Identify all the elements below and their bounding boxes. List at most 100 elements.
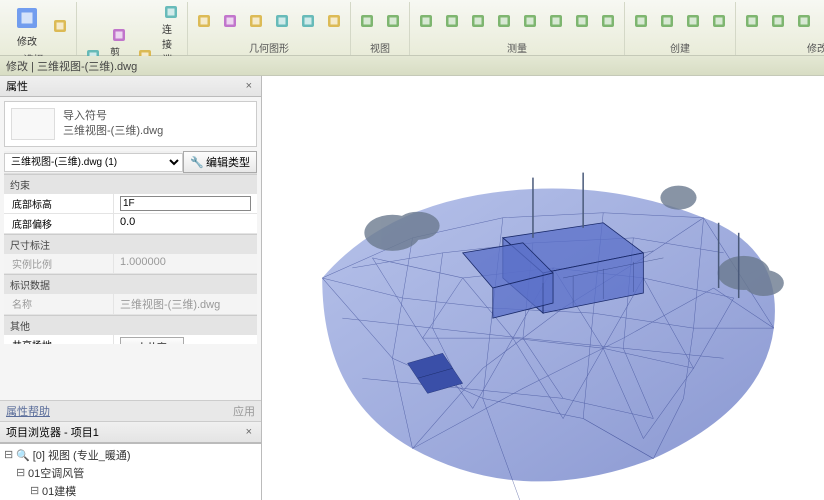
prop-name: 底部偏移 [4,214,114,233]
move-button[interactable] [492,11,516,31]
join-button[interactable] [244,11,268,31]
ribbon-group: 测量 [410,2,625,55]
tree-label: [0] 视图 (专业_暖通) [33,447,131,463]
ribbon-group: 剪切 ▼ 连接端切割 ▼ 剪贴板 [77,2,188,55]
context-tab-strip: 修改 | 三维视图-(三维).dwg [0,56,824,76]
align-button[interactable] [414,11,438,31]
ribbon-group-label: 创建 [670,40,690,55]
modify-button[interactable]: 修改 [8,2,46,50]
m4-button[interactable] [818,11,824,31]
properties-header: 属性 × [0,76,261,97]
tree-twisty-icon[interactable]: ⊟ [4,448,13,462]
mv-icon [496,13,512,29]
m3-icon [796,13,812,29]
cut-geo-button[interactable] [218,11,242,31]
prop-name: 共享场地 [4,335,114,344]
left-panels: 属性 × 导入符号 三维视图-(三维).dwg 三维视图-(三维).dwg (1… [0,76,262,500]
create-d-button[interactable] [707,11,731,31]
property-row: 底部偏移 0.0 [4,214,257,234]
tree-node[interactable]: ⊟ 🔍 [0] 视图 (专业_暖通) [2,446,259,464]
instance-selector-row: 三维视图-(三维).dwg (1) 🔧编辑类型 [4,151,257,174]
properties-footer: 属性帮助 应用 [0,400,261,422]
apply-button[interactable]: 应用 [233,403,255,419]
ribbon-group: 修改 [736,2,824,55]
create-c-button[interactable] [681,11,705,31]
property-row: 底部标高 [4,194,257,214]
type-selector[interactable]: 导入符号 三维视图-(三维).dwg [4,101,257,147]
prop-value-input[interactable] [120,196,251,211]
tree-twisty-icon[interactable]: ⊟ [30,484,39,498]
scale-button[interactable] [596,11,620,31]
project-browser: ⊟ 🔍 [0] 视图 (专业_暖通) ⊟ 01空调风管 ⊟ 01建模 楼层平面:… [0,443,261,500]
prop-group-header: 其他 [4,315,257,335]
cc-icon [685,13,701,29]
rotate-button[interactable] [518,11,542,31]
tree-node[interactable]: ⊟ 01建模 [2,482,259,500]
ribbon-group: 几何图形 [188,2,351,55]
al-icon [418,13,434,29]
demo-button[interactable] [322,11,346,31]
close-icon[interactable]: × [243,80,255,92]
cut-icon [222,13,238,29]
instance-select[interactable]: 三维视图-(三维).dwg (1) [4,153,183,172]
prop-group-header: 约束 [4,174,257,194]
ribbon-group-label: 几何图形 [249,40,289,55]
ribbon-group: 创建 [625,2,736,55]
ribbon-group-label: 修改 [807,40,824,55]
create-b-button[interactable] [655,11,679,31]
cope-icon [196,13,212,29]
prop-name: 名称 [4,294,114,314]
context-tab-text: 修改 | 三维视图-(三维).dwg [6,58,137,74]
paint-button[interactable] [296,11,320,31]
of-icon [444,13,460,29]
split-button[interactable] [270,11,294,31]
prop-group-header: 尺寸标注 [4,234,257,254]
m1-button[interactable] [740,11,764,31]
type-prop-button[interactable] [48,16,72,36]
browser-header: 项目浏览器 - 项目1 × [0,422,261,443]
ribbon: 修改 选择 ▼ 剪切 ▼ 连接端切割 ▼ 剪贴板 [0,0,824,56]
tree-twisty-icon[interactable]: ⊟ [16,466,25,480]
trim-button[interactable] [544,11,568,31]
grid-icon [52,18,68,34]
tr-icon [548,13,564,29]
prop-group-header: 标识数据 [4,274,257,294]
mi-icon [470,13,486,29]
tree-label: 01建模 [42,483,76,499]
mirror-button[interactable] [466,11,490,31]
m2-icon [770,13,786,29]
property-row: 共享场地 <未共享> [4,335,257,344]
vb-icon [385,13,401,29]
property-grid: 约束 底部标高 底部偏移 0.0 尺寸标注 实例比例 1.000000 标识数据… [4,174,257,344]
array-button[interactable] [570,11,594,31]
create-a-button[interactable] [629,11,653,31]
cd-icon [711,13,727,29]
properties-help-link[interactable]: 属性帮助 [6,403,50,419]
sc-icon [600,13,616,29]
demo-icon [326,13,342,29]
view-a-button[interactable] [355,11,379,31]
property-row: 实例比例 1.000000 [4,254,257,274]
offset-button[interactable] [440,11,464,31]
cb-icon [659,13,675,29]
tree-node[interactable]: ⊟ 01空调风管 [2,464,259,482]
join-icon [248,13,264,29]
ribbon-group-label: 视图 [370,40,390,55]
tree-icon: 🔍 [16,449,30,462]
tree-label: 01空调风管 [28,465,84,481]
view-b-button[interactable] [381,11,405,31]
paint-icon [300,13,316,29]
edit-type-button[interactable]: 🔧编辑类型 [183,151,257,173]
split-icon [274,13,290,29]
viewport-3d[interactable] [262,76,824,500]
match-icon [163,4,179,20]
ribbon-group-label: 测量 [507,40,527,55]
prop-value-button[interactable]: <未共享> [120,337,184,344]
m2-button[interactable] [766,11,790,31]
ar-icon [574,13,590,29]
m1-icon [744,13,760,29]
ribbon-group: 视图 [351,2,410,55]
m3-button[interactable] [792,11,816,31]
cope-button[interactable] [192,11,216,31]
close-icon[interactable]: × [243,426,255,438]
